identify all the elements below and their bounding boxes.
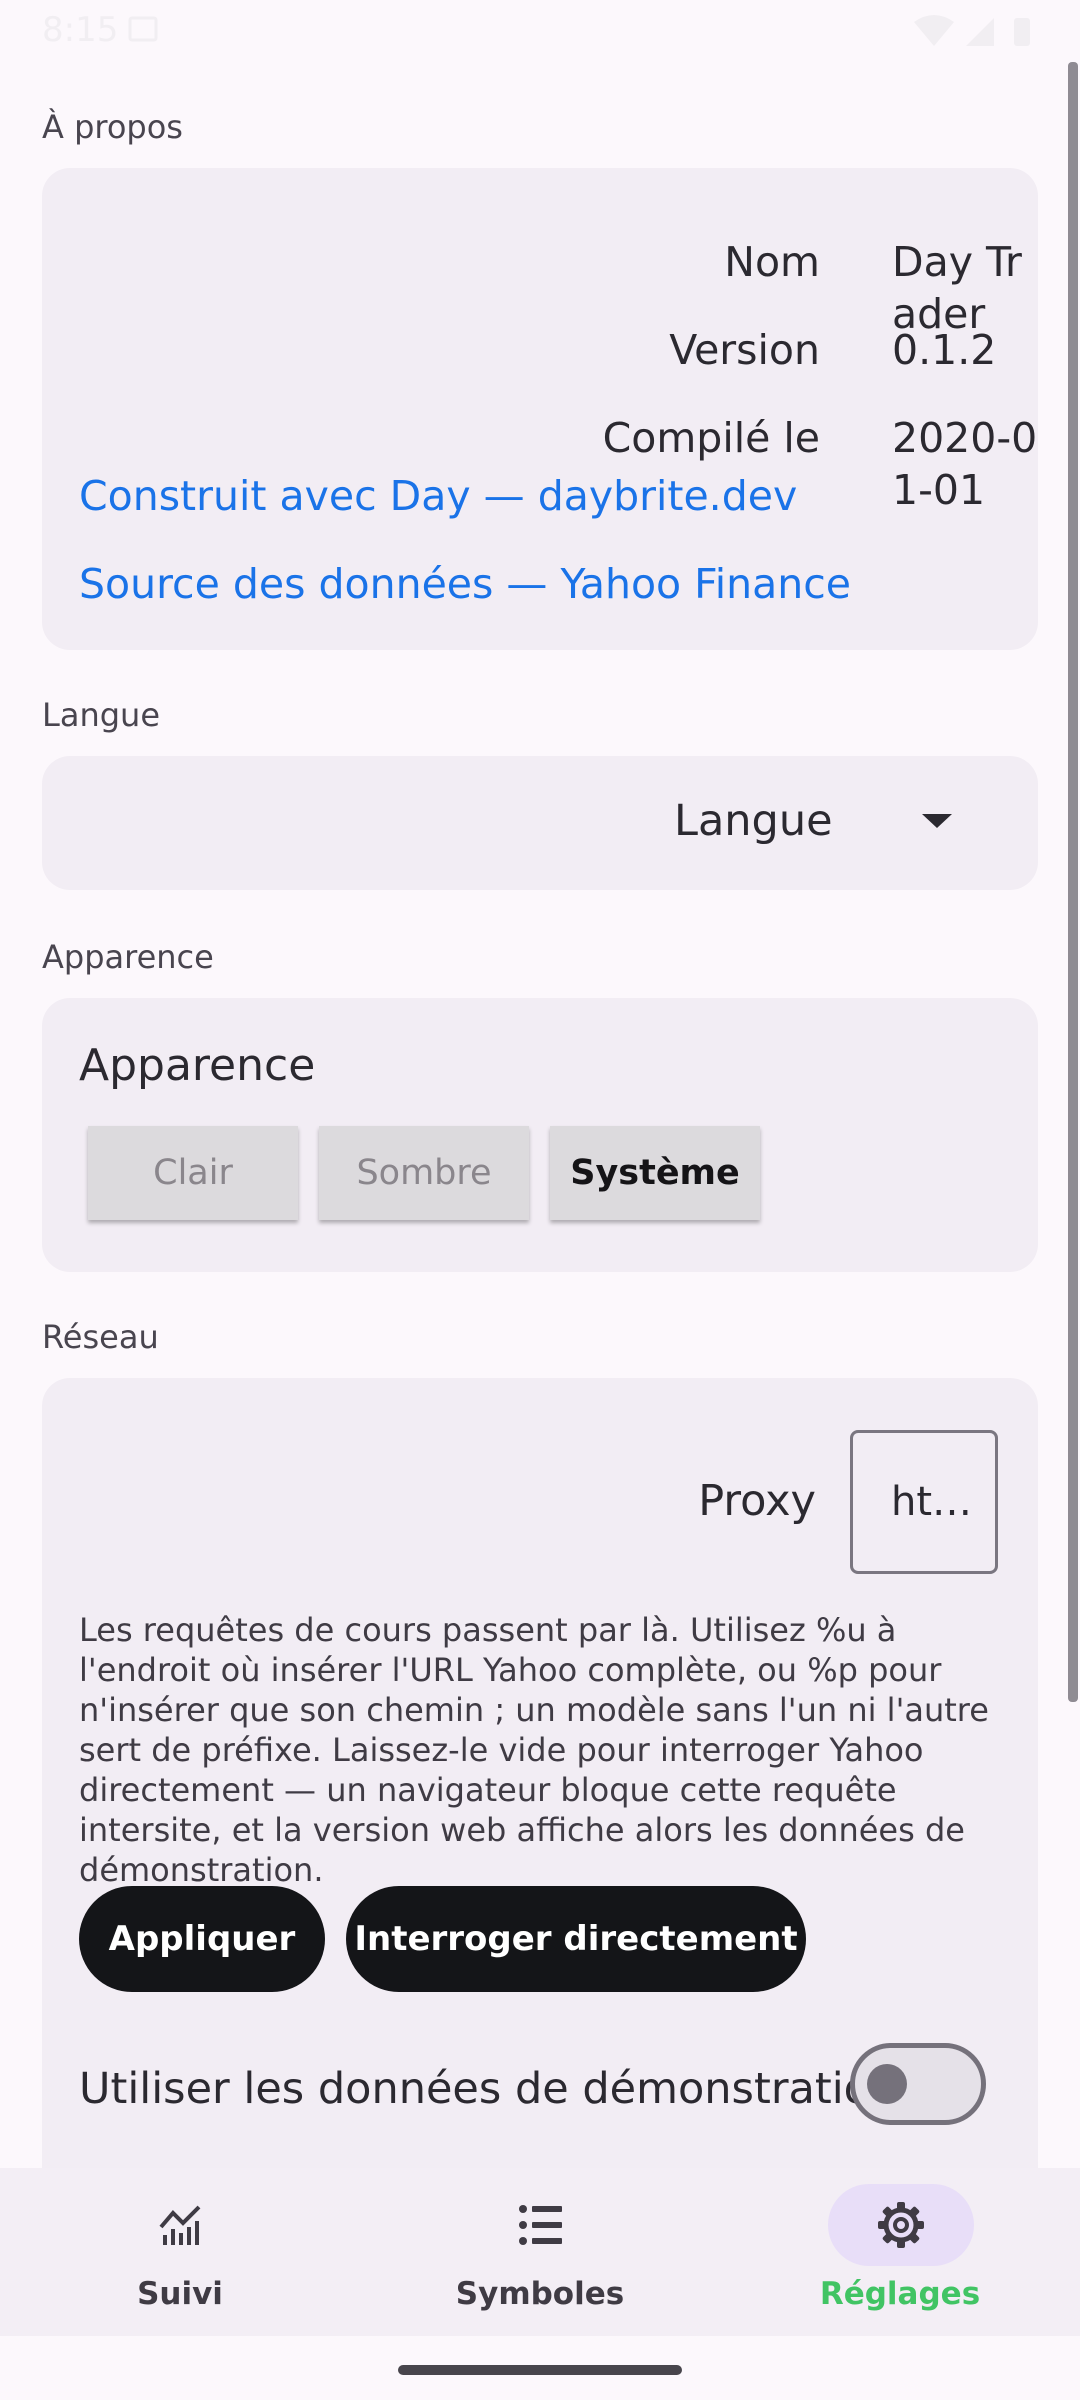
notification-icon: [128, 16, 158, 42]
bottom-navigation: Suivi Symboles Réglages: [0, 2168, 1080, 2336]
nav-label-reglages: Réglages: [819, 2276, 981, 2312]
status-time: 8:15: [42, 10, 119, 50]
status-bar: 8:15: [0, 0, 1080, 62]
demo-data-toggle[interactable]: [850, 2043, 986, 2125]
language-select-value: Langue: [674, 796, 833, 846]
proxy-input[interactable]: ht…: [850, 1430, 998, 1574]
chart-icon: [159, 2205, 201, 2245]
about-name-label: Nom: [724, 238, 820, 286]
dropdown-arrow-icon: [922, 814, 952, 828]
data-source-link[interactable]: Source des données — Yahoo Finance: [79, 558, 851, 610]
demo-data-label: Utiliser les données de démonstration: [79, 2064, 898, 2114]
settings-screen: 8:15 À propos Nom Day Trader Version 0.1…: [0, 0, 1080, 2400]
about-version-value: 0.1.2: [892, 326, 997, 374]
about-version-label: Version: [669, 326, 820, 374]
nav-item-suivi[interactable]: Suivi: [60, 2168, 300, 2336]
section-label-language: Langue: [42, 696, 160, 734]
section-label-appearance: Apparence: [42, 938, 214, 976]
about-build-date-label: Compilé le: [602, 414, 820, 462]
gesture-handle[interactable]: [398, 2365, 682, 2375]
status-icons: [914, 15, 1030, 46]
settings-content[interactable]: À propos Nom Day Trader Version 0.1.2 Co…: [0, 62, 1080, 2168]
theme-system-button[interactable]: Système: [550, 1126, 760, 1220]
about-card: Nom Day Trader Version 0.1.2 Compilé le …: [42, 168, 1038, 650]
nav-item-symboles[interactable]: Symboles: [420, 2168, 660, 2336]
section-label-about: À propos: [42, 108, 183, 146]
signal-icon: [966, 18, 994, 46]
nav-label-symboles: Symboles: [455, 2276, 625, 2312]
network-card: Proxy ht… Les requêtes de cours passent …: [42, 1378, 1038, 2168]
proxy-input-value: ht…: [891, 1479, 973, 1525]
battery-icon: [1014, 18, 1030, 46]
theme-dark-button[interactable]: Sombre: [319, 1126, 529, 1220]
nav-item-reglages[interactable]: Réglages: [780, 2168, 1020, 2336]
query-directly-button[interactable]: Interroger directement: [346, 1886, 806, 1992]
language-select[interactable]: Langue: [42, 756, 1038, 890]
wifi-icon: [914, 15, 954, 46]
section-label-network: Réseau: [42, 1318, 159, 1356]
scrollbar[interactable]: [1068, 62, 1078, 1702]
appearance-title: Apparence: [79, 1040, 316, 1091]
gear-icon: [878, 2202, 924, 2248]
language-card: Langue: [42, 756, 1038, 890]
appearance-card: Apparence Clair Sombre Système: [42, 998, 1038, 1272]
nav-indicator: [468, 2184, 614, 2266]
proxy-label: Proxy: [698, 1476, 816, 1526]
built-with-link[interactable]: Construit avec Day — daybrite.dev: [79, 470, 797, 522]
toggle-knob: [867, 2064, 907, 2104]
nav-indicator: [108, 2184, 254, 2266]
list-icon: [519, 2205, 562, 2245]
proxy-help-text: Les requêtes de cours passent par là. Ut…: [79, 1611, 989, 1889]
apply-button[interactable]: Appliquer: [79, 1886, 325, 1992]
about-build-date-value: 2020-01-01: [892, 414, 1038, 514]
nav-indicator-active: [828, 2184, 974, 2266]
theme-light-button[interactable]: Clair: [88, 1126, 298, 1220]
nav-label-suivi: Suivi: [137, 2276, 223, 2312]
